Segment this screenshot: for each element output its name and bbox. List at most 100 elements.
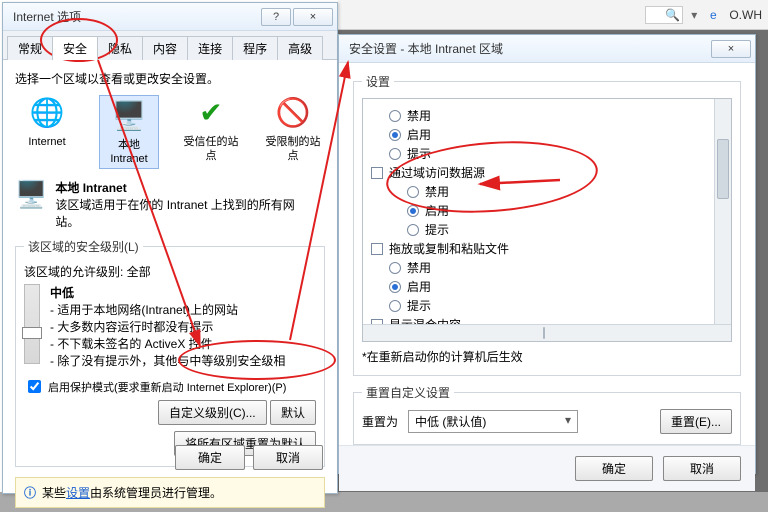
level-bullet: - 除了没有提示外，其他与中等级别安全级相 (50, 352, 316, 369)
radio-dot-icon (407, 224, 419, 236)
item-label: 禁用 (425, 183, 449, 200)
settings-radio[interactable]: 禁用 (389, 259, 723, 276)
radio-dot-icon (389, 148, 401, 160)
ie-icon: e (705, 7, 721, 23)
scroll-thumb[interactable] (717, 139, 729, 199)
ok-button[interactable]: 确定 (175, 445, 245, 470)
search-icon: 🔍 (665, 8, 680, 22)
settings-radio[interactable]: 提示 (389, 145, 723, 162)
tab-programs[interactable]: 程序 (232, 36, 278, 60)
cancel-button[interactable]: 取消 (663, 456, 741, 481)
info-icon: ⓘ (24, 484, 36, 501)
settings-radio[interactable]: 禁用 (389, 107, 723, 124)
reset-select[interactable]: 中低 (默认值) (408, 410, 578, 433)
settings-category: 通过域访问数据源 (371, 164, 723, 181)
settings-scrollarea: 禁用启用提示通过域访问数据源禁用启用提示拖放或复制和粘贴文件禁用启用提示显示混合… (362, 98, 732, 342)
protected-mode-checkbox[interactable] (28, 380, 41, 393)
zone-intranet[interactable]: 🖥️ 本地 Intranet (99, 95, 159, 169)
close-button[interactable]: × (293, 8, 333, 26)
zone-desc: 该区域适用于在你的 Intranet 上找到的所有网站。 (55, 196, 295, 230)
tab-privacy[interactable]: 隐私 (97, 36, 143, 60)
protected-mode-label: 启用保护模式(要求重新启动 Internet Explorer)(P) (48, 379, 286, 395)
category-icon (371, 167, 383, 179)
intranet-large-icon: 🖥️ (15, 179, 47, 210)
allowed-levels: 该区域的允许级别: 全部 (24, 263, 316, 280)
ok-button[interactable]: 确定 (575, 456, 653, 481)
reset-legend: 重置自定义设置 (362, 384, 454, 401)
dropdown-icon[interactable]: ▾ (691, 8, 697, 22)
internet-options-buttons: 确定 取消 (175, 445, 323, 470)
security-settings-buttons: 确定 取消 (339, 445, 755, 491)
level-bullet: - 适用于本地网络(Intranet)上的网站 (50, 301, 316, 318)
settings-category: 拖放或复制和粘贴文件 (371, 240, 723, 257)
settings-group: 设置 禁用启用提示通过域访问数据源禁用启用提示拖放或复制和粘贴文件禁用启用提示显… (353, 73, 741, 376)
item-label: 启用 (407, 126, 431, 143)
tab-content[interactable]: 内容 (142, 36, 188, 60)
help-button[interactable]: ? (261, 8, 291, 26)
restricted-icon: 🚫 (275, 95, 311, 131)
restart-note: *在重新启动你的计算机后生效 (362, 348, 732, 365)
radio-dot-icon (389, 110, 401, 122)
settings-radio[interactable]: 禁用 (407, 183, 723, 200)
zone-icon-list: 🌐 Internet 🖥️ 本地 Intranet ✔ 受信任的站 点 🚫 受限… (17, 95, 323, 169)
check-icon: ✔ (193, 95, 229, 131)
browser-toolbar: 🔍 ▾ e O.WH (338, 0, 768, 30)
radio-dot-icon (389, 129, 401, 141)
radio-dot-icon (389, 281, 401, 293)
item-label: 禁用 (407, 107, 431, 124)
security-settings-window: 安全设置 - 本地 Intranet 区域 × 设置 禁用启用提示通过域访问数据… (338, 34, 756, 474)
security-settings-titlebar: 安全设置 - 本地 Intranet 区域 × (339, 35, 755, 63)
category-icon (371, 243, 383, 255)
settings-radio[interactable]: 提示 (389, 297, 723, 314)
tab-connections[interactable]: 连接 (187, 36, 233, 60)
zone-description-row: 🖥️ 本地 Intranet 该区域适用于在你的 Intranet 上找到的所有… (15, 179, 325, 230)
item-label: 提示 (407, 297, 431, 314)
zone-prompt: 选择一个区域以查看或更改安全设置。 (15, 70, 325, 87)
tab-general[interactable]: 常规 (7, 36, 53, 60)
zone-internet[interactable]: 🌐 Internet (17, 95, 77, 169)
item-label: 拖放或复制和粘贴文件 (389, 240, 509, 257)
security-settings-title: 安全设置 - 本地 Intranet 区域 (343, 40, 709, 57)
internet-options-titlebar: Internet 选项 ? × (3, 3, 337, 31)
intranet-icon: 🖥️ (111, 98, 147, 134)
horizontal-scrollbar[interactable] (363, 324, 731, 341)
info-bar: ⓘ 某些设置由系统管理员进行管理。 (15, 477, 325, 508)
item-label: 提示 (407, 145, 431, 162)
item-label: 禁用 (407, 259, 431, 276)
reset-button[interactable]: 重置(E)... (660, 409, 732, 434)
internet-options-tabs: 常规 安全 隐私 内容 连接 程序 高级 (3, 31, 337, 60)
scroll-thumb[interactable] (543, 327, 545, 339)
level-bullet: - 大多数内容运行时都没有提示 (50, 318, 316, 335)
radio-dot-icon (389, 300, 401, 312)
tab-security[interactable]: 安全 (52, 36, 98, 60)
level-slider[interactable] (24, 284, 40, 364)
settings-radio[interactable]: 启用 (389, 126, 723, 143)
settings-radio[interactable]: 启用 (407, 202, 723, 219)
cancel-button[interactable]: 取消 (253, 445, 323, 470)
close-button[interactable]: × (711, 40, 751, 58)
item-label: 启用 (407, 278, 431, 295)
tab-advanced[interactable]: 高级 (277, 36, 323, 60)
zone-restricted[interactable]: 🚫 受限制的站 点 (263, 95, 323, 169)
internet-options-title: Internet 选项 (7, 8, 259, 25)
current-level: 中低 (50, 284, 316, 301)
zone-trusted[interactable]: ✔ 受信任的站 点 (181, 95, 241, 169)
search-box[interactable]: 🔍 (645, 6, 684, 24)
internet-options-body: 选择一个区域以查看或更改安全设置。 🌐 Internet 🖥️ 本地 Intra… (3, 60, 337, 480)
browser-tab-text: O.WH (729, 8, 762, 22)
radio-dot-icon (407, 186, 419, 198)
settings-radio[interactable]: 提示 (407, 221, 723, 238)
reset-group: 重置自定义设置 重置为 中低 (默认值) 重置(E)... (353, 384, 741, 445)
settings-legend: 设置 (362, 73, 394, 90)
radio-dot-icon (407, 205, 419, 217)
vertical-scrollbar[interactable] (714, 99, 731, 324)
custom-level-button[interactable]: 自定义级别(C)... (158, 400, 267, 425)
security-level-legend: 该区域的安全级别(L) (24, 238, 143, 255)
item-label: 启用 (425, 202, 449, 219)
settings-radio[interactable]: 启用 (389, 278, 723, 295)
info-link[interactable]: 设置 (66, 486, 90, 500)
security-level-group: 该区域的安全级别(L) 该区域的允许级别: 全部 中低 - 适用于本地网络(In… (15, 238, 325, 467)
default-level-button[interactable]: 默认 (270, 400, 316, 425)
radio-dot-icon (389, 262, 401, 274)
zone-name: 本地 Intranet (55, 179, 295, 196)
